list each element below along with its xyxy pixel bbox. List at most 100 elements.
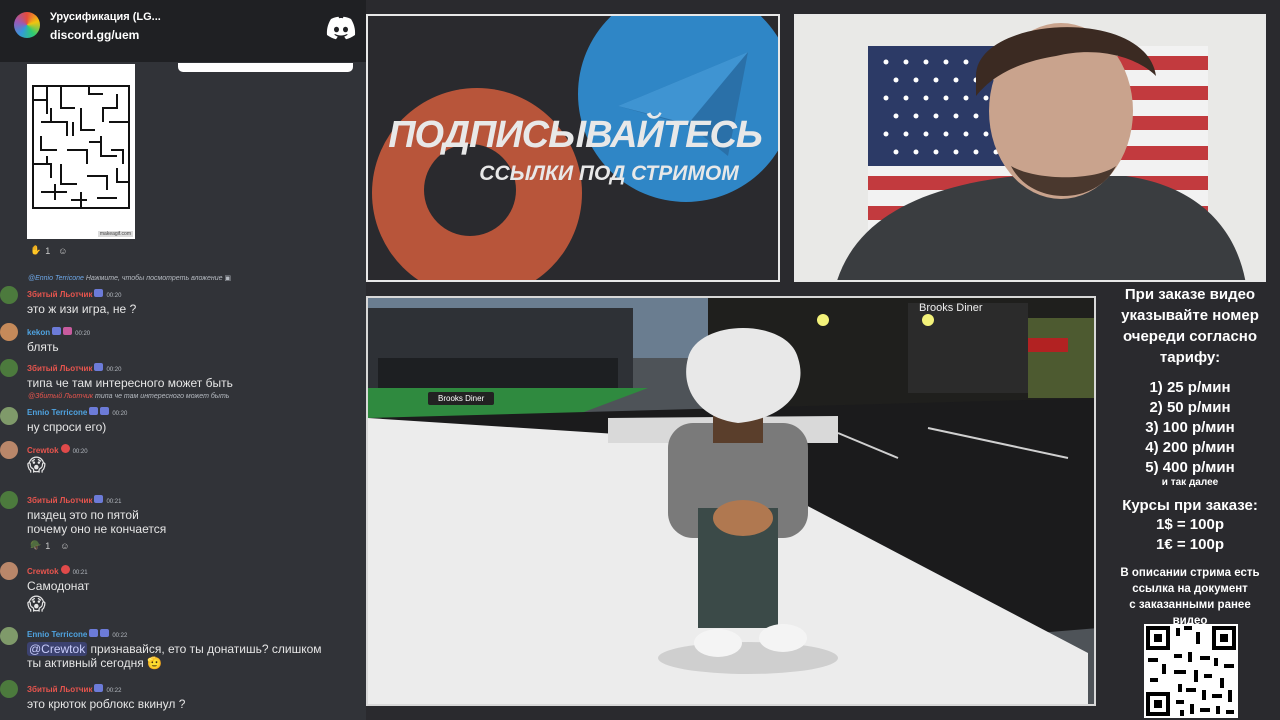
username[interactable]: Crewtok bbox=[27, 446, 59, 455]
maze-watermark: makeagif.com bbox=[97, 231, 133, 237]
username[interactable]: Збитый Льотчик bbox=[27, 685, 92, 694]
avatar[interactable] bbox=[0, 627, 18, 645]
message-text: Самодонат bbox=[27, 579, 90, 593]
username[interactable]: Ennio Terricone bbox=[27, 630, 87, 639]
reply-preview[interactable]: @Ennio Terricone Нажмите, чтобы посмотре… bbox=[0, 274, 366, 282]
avatar[interactable] bbox=[0, 286, 18, 304]
avatar[interactable] bbox=[0, 562, 18, 580]
order-heading: При заказе видео указывайте номер очеред… bbox=[1100, 284, 1280, 368]
diner-sign-street: Brooks Diner bbox=[428, 392, 495, 405]
timestamp: 00:22 bbox=[106, 688, 122, 694]
price-item: 3) 100 р/мин bbox=[1145, 419, 1235, 436]
chat-panel: Урусификация (LG... discord.gg/uem makea… bbox=[0, 0, 366, 720]
reply-preview[interactable]: @Збитый Льотчик типа че там интересного … bbox=[0, 393, 366, 400]
chat-message: @Ennio Terricone Нажмите, чтобы посмотре… bbox=[0, 274, 366, 316]
webcam-feed bbox=[794, 14, 1266, 282]
qr-code-icon bbox=[1144, 624, 1238, 718]
avatar[interactable] bbox=[0, 407, 18, 425]
add-reaction-icon[interactable]: ☺ bbox=[60, 541, 69, 551]
price-note: и так далее bbox=[1161, 477, 1219, 488]
timestamp: 00:21 bbox=[106, 499, 122, 505]
chat-message: Збитый Льотчик 00:20 типа че там интересн… bbox=[0, 358, 366, 390]
message-reactions: 🪖 1 ☺ bbox=[30, 540, 366, 551]
live-badge-icon bbox=[60, 565, 70, 575]
chat-message: Ennio Terricone 00:22 @Crewtok признавайс… bbox=[0, 624, 366, 670]
reply-user: @Ennio Terricone bbox=[28, 275, 84, 282]
add-reaction-button[interactable]: ☺ bbox=[58, 246, 67, 256]
avatar[interactable] bbox=[0, 323, 18, 341]
order-heading-line: При заказе видео bbox=[1124, 286, 1256, 303]
timestamp: 00:22 bbox=[112, 633, 128, 639]
roblox-scene bbox=[368, 298, 1094, 704]
subscribe-banner: ПОДПИСЫВАЙТЕСЬ ССЫЛКИ ПОД СТРИМОМ bbox=[366, 14, 780, 282]
username[interactable]: Збитый Льотчик bbox=[27, 290, 92, 299]
banner-title: ПОДПИСЫВАЙТЕСЬ bbox=[388, 114, 763, 156]
order-heading-line: очереди согласно bbox=[1122, 328, 1258, 345]
avatar[interactable] bbox=[0, 359, 18, 377]
chat-message: kekon 00:20 блять bbox=[0, 322, 366, 354]
add-reaction-icon: ☺ bbox=[58, 245, 68, 256]
avatar[interactable] bbox=[0, 680, 18, 698]
reaction-emoji-icon[interactable]: 🪖 bbox=[30, 540, 41, 551]
role-badge-icon bbox=[52, 326, 62, 335]
avatar[interactable] bbox=[0, 441, 18, 459]
role-badge-icon bbox=[100, 628, 110, 637]
live-badge-icon bbox=[60, 444, 70, 454]
diner-sign-top: Brooks Diner bbox=[919, 302, 983, 314]
chat-message: Збитый Льотчик 00:21 пиздец это по пятой … bbox=[0, 490, 366, 551]
previous-attachment-edge bbox=[178, 63, 353, 72]
timestamp: 00:20 bbox=[72, 449, 88, 455]
message-emoji: 😱 bbox=[27, 594, 46, 614]
message-text-line2: почему оно не кончается bbox=[27, 522, 167, 536]
qr-code bbox=[1144, 624, 1238, 718]
message-text: типа че там интересного может быть bbox=[27, 376, 233, 390]
reaction-raised-hand[interactable]: ✋ 1 bbox=[30, 245, 50, 256]
price-item: 4) 200 р/мин bbox=[1145, 439, 1235, 456]
server-avatar[interactable] bbox=[14, 12, 40, 38]
timestamp: 00:21 bbox=[72, 570, 88, 576]
message-text-line2: ты активный сегодня 🫡 bbox=[27, 656, 162, 670]
timestamp: 00:20 bbox=[106, 293, 122, 299]
pricing-info: При заказе видео указывайте номер очеред… bbox=[1100, 284, 1280, 629]
reaction-count: 1 bbox=[45, 540, 51, 551]
reply-text: Нажмите, чтобы посмотреть вложение bbox=[85, 275, 223, 282]
avatar[interactable] bbox=[0, 491, 18, 509]
message-text: это ж изи игра, не ? bbox=[27, 302, 137, 316]
reply-user: @Збитый Льотчик bbox=[28, 393, 94, 400]
description-line: ссылка на документ bbox=[1132, 583, 1248, 595]
role-badge-icon bbox=[63, 326, 73, 335]
chat-message: Crewtok 00:20 😱 bbox=[0, 440, 366, 475]
username[interactable]: Crewtok bbox=[27, 567, 59, 576]
chat-message: Збитый Льотчик 00:22 это крюток роблокс в… bbox=[0, 679, 366, 711]
username[interactable]: Збитый Льотчик bbox=[27, 364, 92, 373]
order-heading-line: указывайте номер bbox=[1121, 307, 1259, 324]
message-text: ну спроси его) bbox=[27, 420, 107, 434]
chat-message: @Збитый Льотчик типа че там интересного … bbox=[0, 393, 366, 434]
message-body: признавайся, ето ты донатишь? слишком bbox=[87, 642, 322, 656]
game-capture: Brooks Diner Brooks Diner bbox=[366, 296, 1096, 706]
username[interactable]: Ennio Terricone bbox=[27, 408, 87, 417]
order-heading-line: тарифу: bbox=[1159, 349, 1221, 366]
webcam-image bbox=[796, 16, 1264, 280]
message-text: @Crewtok признавайся, ето ты донатишь? с… bbox=[27, 642, 366, 656]
message-text: блять bbox=[27, 340, 59, 354]
username[interactable]: kekon bbox=[27, 328, 50, 337]
user-mention[interactable]: @Crewtok bbox=[27, 642, 88, 656]
maze-reactions: ✋ 1 ☺ bbox=[30, 245, 67, 256]
reply-text: типа че там интересного может быть bbox=[95, 393, 230, 400]
description-line: с заказанными ранее bbox=[1129, 599, 1251, 611]
role-badge-icon bbox=[89, 406, 99, 415]
chat-header: Урусификация (LG... discord.gg/uem bbox=[0, 0, 366, 62]
image-icon: ▣ bbox=[224, 275, 232, 282]
role-badge-icon bbox=[94, 494, 104, 503]
message-emoji: 😱 bbox=[27, 455, 46, 475]
server-invite-link[interactable]: discord.gg/uem bbox=[50, 28, 139, 42]
rates-heading: Курсы при заказе: bbox=[1122, 497, 1258, 514]
timestamp: 00:20 bbox=[112, 411, 128, 417]
banner-subtitle: ССЫЛКИ ПОД СТРИМОМ bbox=[479, 162, 739, 185]
role-badge-icon bbox=[89, 628, 99, 637]
maze-image-attachment[interactable]: makeagif.com bbox=[27, 64, 135, 239]
chat-message: Crewtok 00:21 Самодонат 😱 bbox=[0, 561, 366, 614]
description-line: В описании стрима есть bbox=[1120, 567, 1260, 579]
username[interactable]: Збитый Льотчик bbox=[27, 496, 92, 505]
